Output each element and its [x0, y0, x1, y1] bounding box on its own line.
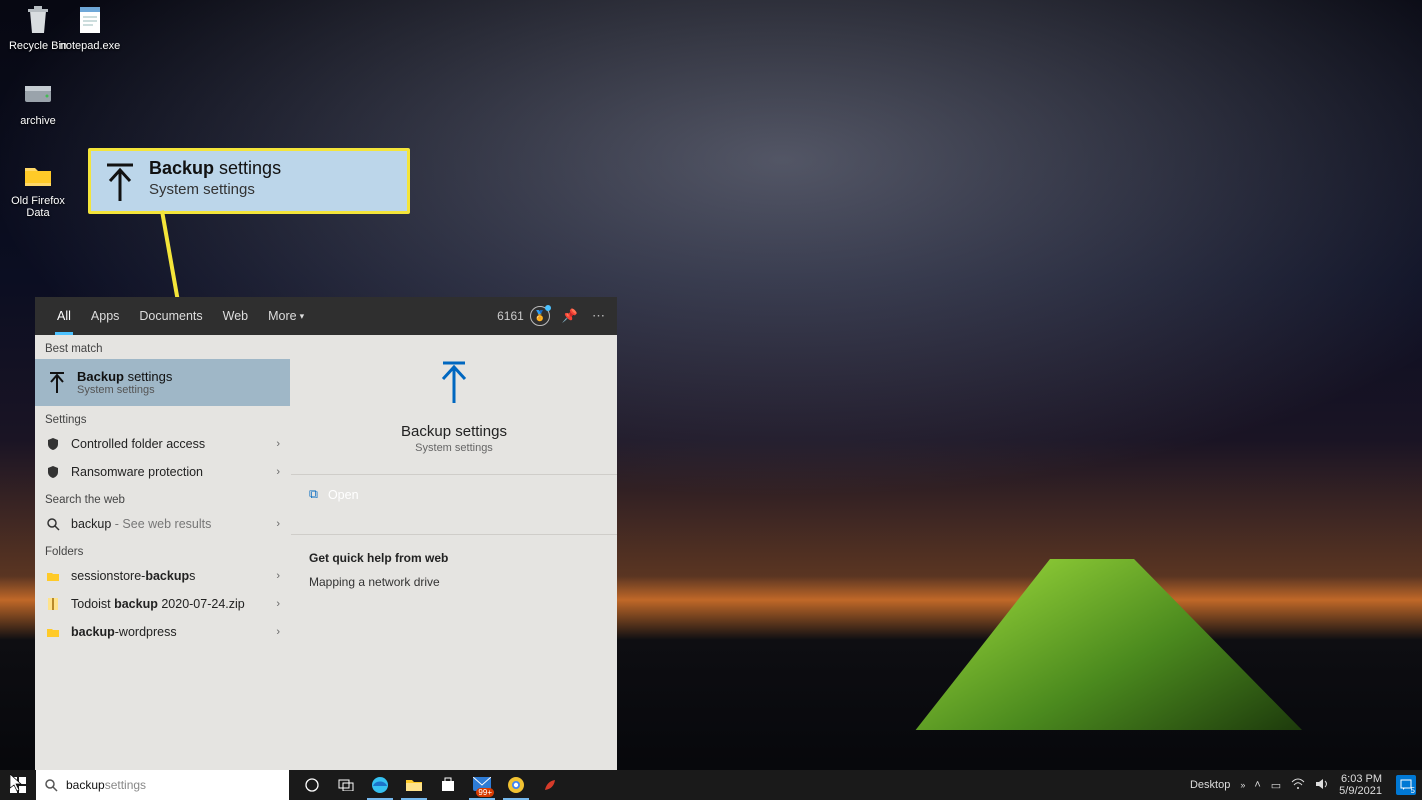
search-typed-text: backup [66, 778, 105, 792]
open-label: Open [328, 488, 359, 502]
chevron-right-icon: › [276, 518, 280, 530]
notepad-icon [73, 3, 107, 37]
search-icon [45, 516, 61, 532]
search-results-list: Best match Backup settings System settin… [35, 335, 290, 770]
result-folder-todoist-zip[interactable]: Todoist backup 2020-07-24.zip › [35, 590, 290, 618]
search-ghost-text: settings [105, 778, 146, 792]
result-label: backup - See web results [71, 517, 211, 531]
mouse-cursor [10, 774, 22, 792]
open-icon: ⧉ [309, 487, 318, 502]
result-label: Todoist backup 2020-07-24.zip [71, 597, 245, 611]
result-controlled-folder-access[interactable]: Controlled folder access › [35, 430, 290, 458]
tray-date: 5/9/2021 [1339, 785, 1382, 797]
tray-time: 6:03 PM [1339, 773, 1382, 785]
desktop-icon-label: notepad.exe [56, 40, 124, 52]
result-label: Controlled folder access [71, 437, 205, 451]
chevron-right-icon: › [276, 570, 280, 582]
section-settings: Settings [35, 406, 290, 430]
callout-title: Backup settings [149, 158, 398, 179]
preview-help-heading: Get quick help from web [291, 535, 617, 571]
rewards-points-value: 6161 [497, 309, 524, 323]
pin-icon[interactable]: 📌 [562, 308, 578, 324]
chevron-right-icon: › [276, 438, 280, 450]
desktop-icon-old-firefox[interactable]: Old Firefox Data [4, 158, 72, 219]
preview-help-link[interactable]: Mapping a network drive [291, 571, 617, 593]
recycle-bin-icon [21, 3, 55, 37]
section-web: Search the web [35, 486, 290, 510]
search-tab-apps[interactable]: Apps [81, 297, 130, 335]
folder-icon [45, 568, 61, 584]
result-web-backup[interactable]: backup - See web results › [35, 510, 290, 538]
shield-icon [45, 436, 61, 452]
taskbar-app-chrome[interactable] [499, 770, 533, 800]
result-subtitle: System settings [77, 384, 172, 396]
taskview-timeline-button[interactable] [329, 770, 363, 800]
result-folder-sessionstore[interactable]: sessionstore-backups › [35, 562, 290, 590]
rewards-badge-icon: 🏅 [530, 306, 550, 326]
desktop-icon-label: archive [4, 115, 72, 127]
result-title: Backup settings [77, 369, 172, 384]
search-tabs-header: All Apps Documents Web More 6161 🏅 📌 ⋯ [35, 297, 617, 335]
drive-icon [21, 78, 55, 112]
folder-icon [45, 624, 61, 640]
result-backup-settings[interactable]: Backup settings System settings [35, 359, 290, 406]
shield-icon [45, 464, 61, 480]
tray-battery-icon[interactable]: ▭ [1271, 779, 1281, 792]
preview-subtitle: System settings [415, 442, 493, 454]
search-icon [44, 778, 58, 792]
backup-icon [436, 359, 472, 407]
desktop-icon-label: Old Firefox Data [4, 195, 72, 219]
callout-subtitle: System settings [149, 181, 398, 198]
tray-chevron-up-icon[interactable]: ˄ [1254, 779, 1260, 791]
section-folders: Folders [35, 538, 290, 562]
action-center-button[interactable] [1396, 775, 1416, 795]
taskbar-app-explorer[interactable] [397, 770, 431, 800]
tray-desktop-toolbar[interactable]: Desktop [1190, 779, 1230, 791]
search-tab-web[interactable]: Web [213, 297, 258, 335]
folder-icon [21, 158, 55, 192]
tray-overflow-icon[interactable]: ›› [1240, 780, 1244, 790]
desktop-icon-notepad[interactable]: notepad.exe [56, 3, 124, 52]
backup-icon [101, 161, 139, 207]
search-tab-documents[interactable]: Documents [129, 297, 212, 335]
preview-open-action[interactable]: ⧉ Open [291, 475, 617, 514]
callout-backup-settings: Backup settings System settings [88, 148, 410, 214]
taskbar-app-generic[interactable] [533, 770, 567, 800]
preview-title: Backup settings [401, 423, 507, 440]
more-options-icon[interactable]: ⋯ [592, 308, 605, 324]
taskbar: backup settings 99+ Desktop ›› ˄ ▭ 6:03 … [0, 770, 1422, 800]
wallpaper-tent [882, 550, 1302, 730]
start-search-panel: All Apps Documents Web More 6161 🏅 📌 ⋯ B… [35, 297, 617, 770]
rewards-points[interactable]: 6161 🏅 [497, 306, 550, 326]
taskbar-app-store[interactable] [431, 770, 465, 800]
result-ransomware-protection[interactable]: Ransomware protection › [35, 458, 290, 486]
search-tab-all[interactable]: All [47, 297, 81, 335]
backup-icon [47, 371, 67, 395]
system-tray: Desktop ›› ˄ ▭ 6:03 PM 5/9/2021 [1184, 773, 1422, 797]
result-label: backup-wordpress [71, 625, 177, 639]
taskbar-search-box[interactable]: backup settings [36, 770, 289, 800]
chevron-right-icon: › [276, 626, 280, 638]
section-best-match: Best match [35, 335, 290, 359]
search-tab-more[interactable]: More [258, 297, 314, 335]
chevron-right-icon: › [276, 598, 280, 610]
zip-icon [45, 596, 61, 612]
mail-badge: 99+ [476, 788, 494, 797]
tray-wifi-icon[interactable] [1291, 778, 1305, 793]
taskbar-app-edge[interactable] [363, 770, 397, 800]
desktop-icon-archive[interactable]: archive [4, 78, 72, 127]
chevron-right-icon: › [276, 466, 280, 478]
search-preview-pane: Backup settings System settings ⧉ Open G… [290, 335, 617, 770]
result-label: Ransomware protection [71, 465, 203, 479]
tray-clock[interactable]: 6:03 PM 5/9/2021 [1339, 773, 1382, 797]
tray-volume-icon[interactable] [1315, 778, 1329, 793]
result-folder-backup-wordpress[interactable]: backup-wordpress › [35, 618, 290, 646]
taskview-button[interactable] [295, 770, 329, 800]
result-label: sessionstore-backups [71, 569, 195, 583]
taskbar-app-mail[interactable]: 99+ [465, 770, 499, 800]
